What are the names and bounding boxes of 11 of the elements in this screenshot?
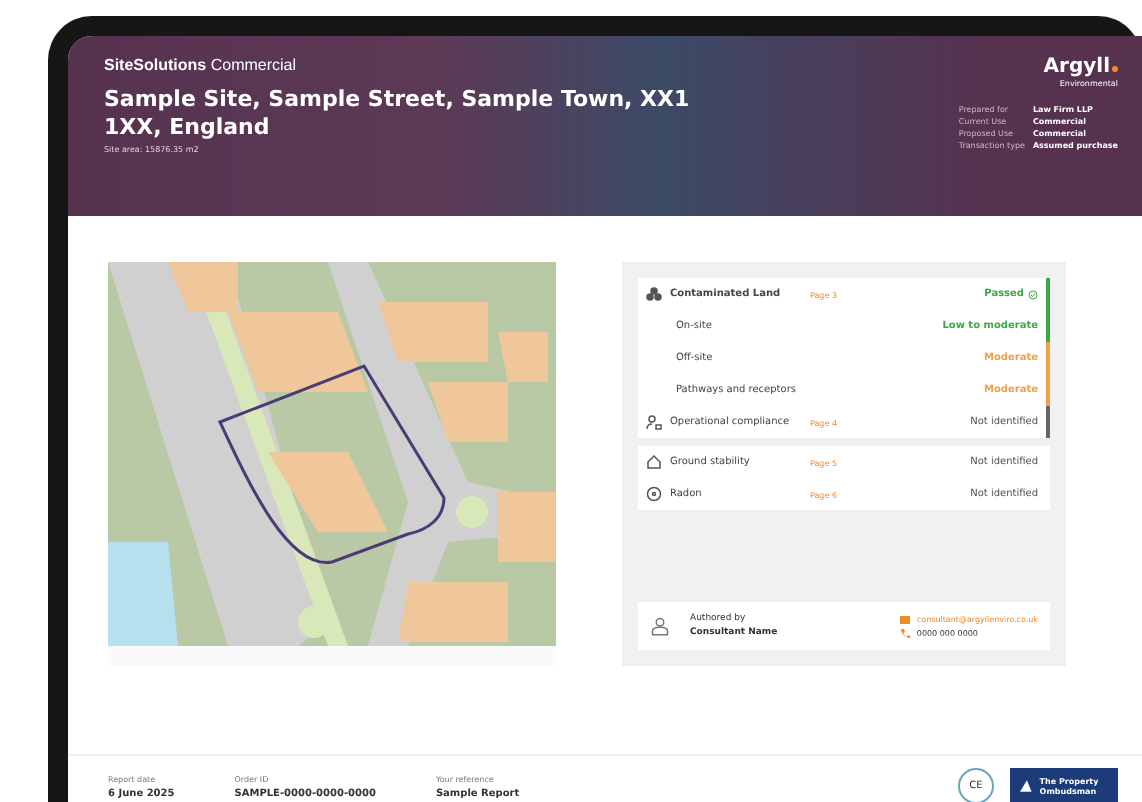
brand-name: SiteSolutions Commercial — [104, 56, 299, 74]
person-icon — [650, 616, 670, 636]
site-address: Sample Site, Sample Street, Sample Town, XX1 1XX, England — [104, 86, 692, 142]
triangle-icon — [1020, 776, 1032, 796]
logo: Argyll — [1043, 56, 1118, 78]
phone-icon — [900, 628, 911, 638]
biohazard-icon — [646, 286, 662, 302]
check-circle-icon — [1028, 289, 1038, 299]
house-icon — [646, 454, 662, 470]
radiation-icon — [646, 486, 662, 502]
person-icon — [646, 414, 662, 430]
